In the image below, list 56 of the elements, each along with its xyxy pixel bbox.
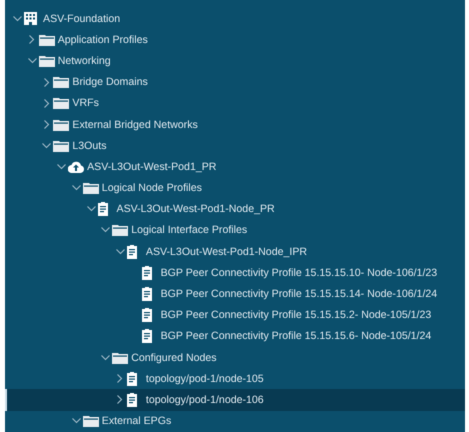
cloud-upload-icon: [68, 160, 84, 173]
folder-icon: [38, 54, 55, 67]
document-icon: [126, 372, 137, 386]
chevron-right-icon[interactable]: [29, 35, 36, 44]
chevron-down-icon[interactable]: [72, 185, 81, 192]
chevron-right-icon[interactable]: [44, 98, 50, 108]
folder-icon: [82, 415, 99, 428]
tree-item[interactable]: Logical Interface Profiles: [5, 220, 465, 242]
tree-item[interactable]: VRFs: [5, 92, 465, 114]
tree-item[interactable]: topology/pod-1/node-106: [5, 389, 465, 411]
chevron-right-icon[interactable]: [44, 120, 50, 130]
document-icon: [126, 244, 137, 259]
chevron-down-icon[interactable]: [42, 142, 52, 149]
folder-icon: [38, 34, 55, 46]
tree-item[interactable]: External EPGs: [5, 410, 465, 432]
document-icon: [98, 202, 108, 216]
document-icon: [142, 287, 152, 302]
document-icon: [126, 392, 137, 407]
chevron-down-icon[interactable]: [101, 227, 110, 234]
folder-icon: [53, 118, 70, 131]
folder-icon: [112, 224, 128, 236]
tree-item[interactable]: Application Profiles: [5, 29, 465, 50]
chevron-right-icon[interactable]: [117, 395, 124, 404]
chevron-down-icon[interactable]: [28, 58, 37, 64]
tree-item[interactable]: BGP Peer Connectivity Profile 15.15.15.2- Node-105/1/23: [5, 304, 465, 326]
folder-icon: [53, 140, 70, 152]
tree-item[interactable]: L3Outs: [5, 135, 465, 156]
chevron-down-icon[interactable]: [13, 16, 22, 22]
chevron-down-icon[interactable]: [116, 248, 125, 255]
chevron-down-icon[interactable]: [57, 164, 66, 170]
tree-item[interactable]: ASV-L3Out-West-Pod1_PR: [5, 156, 465, 178]
document-icon: [142, 329, 152, 344]
tree-item[interactable]: Bridge Domains: [5, 72, 465, 93]
chevron-down-icon[interactable]: [86, 206, 96, 212]
tree-item[interactable]: BGP Peer Connectivity Profile 15.15.15.10- Node-106/1/23: [5, 262, 465, 284]
document-icon: [142, 308, 152, 322]
tree-item[interactable]: BGP Peer Connectivity Profile 15.15.15.14- Node-106/1/24: [5, 283, 465, 305]
tree-item[interactable]: Networking: [5, 50, 465, 72]
tree-item[interactable]: BGP Peer Connectivity Profile 15.15.15.6- Node-105/1/24: [5, 326, 465, 347]
tree-item[interactable]: Logical Node Profiles: [5, 178, 465, 199]
tree-item[interactable]: ASV-Foundation: [5, 8, 465, 30]
chevron-right-icon[interactable]: [117, 374, 124, 384]
tree-item[interactable]: ASV-L3Out-West-Pod1-Node_IPR: [5, 241, 465, 262]
folder-icon: [112, 352, 128, 364]
tree-item[interactable]: External Bridged Networks: [5, 114, 465, 136]
tree-item[interactable]: Configured Nodes: [5, 347, 465, 368]
chevron-right-icon[interactable]: [44, 78, 50, 87]
building-icon: [24, 12, 37, 26]
folder-icon: [82, 182, 99, 194]
tree-item[interactable]: topology/pod-1/node-105: [5, 368, 465, 390]
folder-icon: [53, 76, 70, 88]
tree-item[interactable]: ASV-L3Out-West-Pod1-Node_PR: [5, 198, 465, 220]
document-icon: [142, 266, 152, 280]
chevron-down-icon[interactable]: [101, 354, 110, 361]
chevron-down-icon[interactable]: [72, 418, 81, 424]
folder-icon: [53, 97, 70, 110]
